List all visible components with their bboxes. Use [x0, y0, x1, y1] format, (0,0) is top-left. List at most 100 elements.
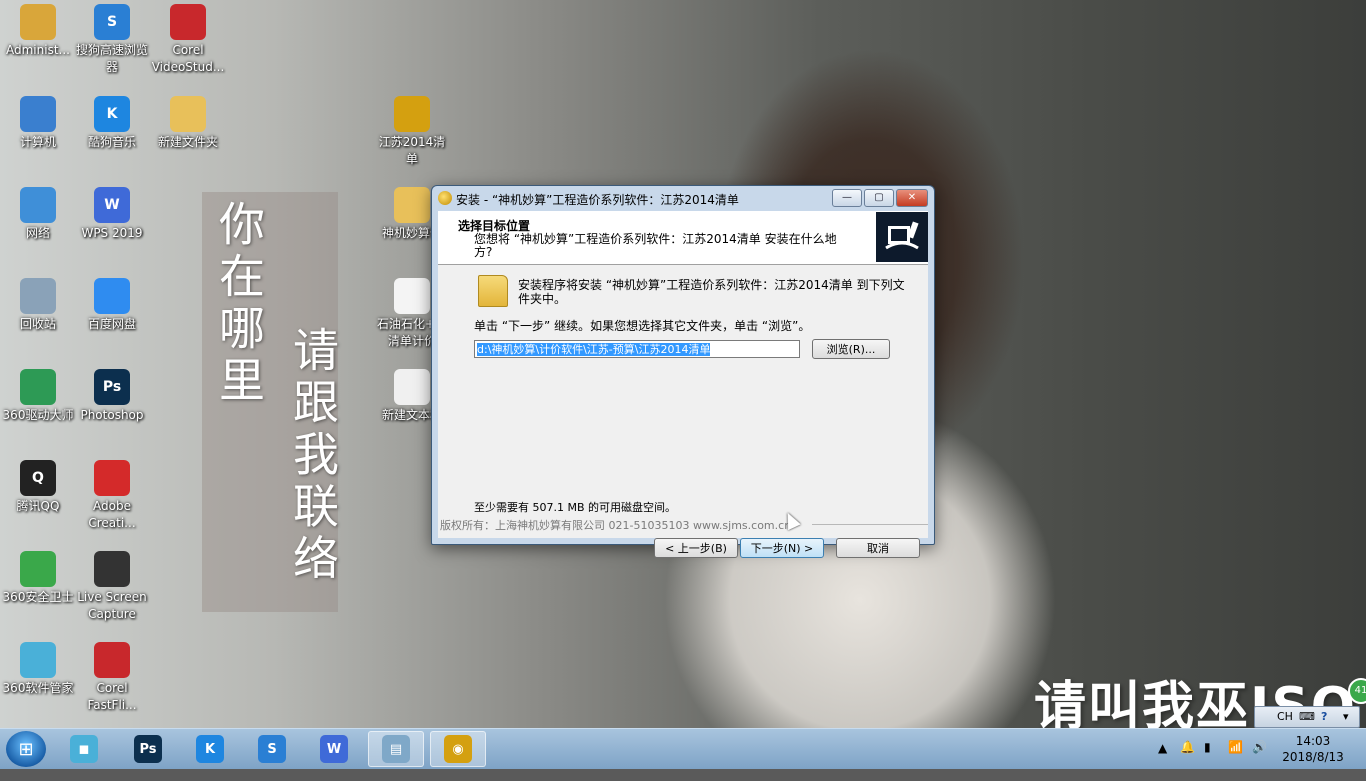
desktop-icon-label: Adobe Creati...: [88, 499, 136, 530]
desktop-icon[interactable]: Adobe Creati...: [74, 460, 150, 532]
minimize-button[interactable]: —: [832, 189, 862, 207]
desktop-icon[interactable]: Corel FastFli...: [74, 642, 150, 714]
desktop-icon-label: Live Screen Capture: [77, 590, 147, 621]
dialog-title: 安装 - “神机妙算”工程造价系列软件：江苏2014清单: [456, 193, 739, 207]
folder-icon: [478, 275, 508, 307]
maximize-button[interactable]: ▢: [864, 189, 894, 207]
taskbar-app-button[interactable]: S: [244, 731, 300, 767]
desktop-icon-label: 新建文件夹: [157, 135, 218, 149]
baidu-netdisk-icon: [94, 278, 130, 314]
desktop-icon-label: 网络: [25, 226, 50, 240]
kugou-icon: K: [196, 735, 224, 763]
taskbar-app-button[interactable]: ◼: [56, 731, 112, 767]
back-button[interactable]: < 上一步(B): [654, 538, 738, 558]
desktop-icon-label: 回收站: [19, 317, 56, 331]
desktop-icon-label: 百度网盘: [87, 317, 136, 331]
notebook-icon: ▤: [382, 735, 410, 763]
network-signal-icon[interactable]: 📶: [1228, 740, 1243, 780]
desktop-icon[interactable]: 网络: [0, 187, 76, 242]
desktop-icon-label: 搜狗高速浏览器: [75, 43, 148, 74]
folder-icon: [170, 96, 206, 132]
taskbar-app-button[interactable]: W: [306, 731, 362, 767]
sogou-browser-icon: S: [94, 4, 130, 40]
install-instruction: 单击 “下一步” 继续。如果您想选择其它文件夹，单击 “浏览”。: [474, 319, 811, 333]
clock-date: 2018/8/13: [1282, 750, 1344, 764]
desktop-icon[interactable]: K 酷狗音乐: [74, 96, 150, 151]
installer-logo-icon: [876, 212, 928, 262]
language-indicator[interactable]: CH: [1277, 707, 1293, 727]
installer-app-icon: [438, 191, 452, 205]
folder-doc-icon: [394, 187, 430, 223]
corel-video-icon: [170, 4, 206, 40]
screen-capture-icon: [94, 551, 130, 587]
360-software-icon: ◼: [70, 735, 98, 763]
text-file-icon: [394, 369, 430, 405]
language-bar[interactable]: CH ⌨ ? ▾: [1254, 706, 1360, 728]
copyright-text: 版权所有：上海神机妙算有限公司 021-51035103 www.sjms.co…: [440, 519, 792, 532]
browse-button[interactable]: 浏览(R)...: [812, 339, 890, 359]
desktop-icon[interactable]: 360驱动大师: [0, 369, 76, 424]
desktop-icon[interactable]: Ps Photoshop: [74, 369, 150, 424]
desktop-icon[interactable]: 江苏2014清单: [374, 96, 450, 168]
next-button[interactable]: 下一步(N) >: [740, 538, 824, 558]
sogou-browser-icon: S: [258, 735, 286, 763]
user-folder-icon: [20, 4, 56, 40]
desktop-icon[interactable]: 百度网盘: [74, 278, 150, 333]
desktop-icon[interactable]: 360安全卫士: [0, 551, 76, 606]
desktop-icon[interactable]: 计算机: [0, 96, 76, 151]
desktop-icon[interactable]: Live Screen Capture: [74, 551, 150, 623]
desktop-icon[interactable]: 新建文件夹: [150, 96, 226, 151]
corel-fastflick-icon: [94, 642, 130, 678]
keyboard-icon[interactable]: ⌨: [1299, 707, 1315, 727]
system-clock[interactable]: 14:03 2018/8/13: [1280, 733, 1346, 765]
close-button[interactable]: ✕: [896, 189, 928, 207]
cancel-button[interactable]: 取消: [836, 538, 920, 558]
desktop-icon-label: 360安全卫士: [2, 590, 74, 604]
dialog-titlebar[interactable]: 安装 - “神机妙算”工程造价系列软件：江苏2014清单 — ▢ ✕: [432, 186, 932, 210]
taskbar-app-button[interactable]: ◉: [430, 731, 486, 767]
doc-thumb-icon: [394, 278, 430, 314]
desktop-icon-label: WPS 2019: [81, 226, 143, 240]
install-path-input[interactable]: d:\神机妙算\计价软件\江苏-预算\江苏2014清单: [474, 340, 800, 358]
desktop-icon[interactable]: 回收站: [0, 278, 76, 333]
desktop-icon[interactable]: 360软件管家: [0, 642, 76, 697]
taskbar-app-button[interactable]: K: [182, 731, 238, 767]
help-icon[interactable]: ?: [1321, 707, 1327, 727]
desktop-icon[interactable]: Q 腾讯QQ: [0, 460, 76, 515]
power-icon[interactable]: ▮: [1204, 740, 1211, 780]
adobe-cc-icon: [94, 460, 130, 496]
show-hidden-icons-icon[interactable]: ▲: [1158, 741, 1167, 781]
lang-bar-options-icon[interactable]: ▾: [1343, 707, 1349, 727]
desktop-icon-label: Administ...: [6, 43, 70, 57]
photoshop-icon: Ps: [134, 735, 162, 763]
qq-icon: Q: [20, 460, 56, 496]
desktop-icon-label: 酷狗音乐: [87, 135, 136, 149]
install-path-value: d:\神机妙算\计价软件\江苏-预算\江苏2014清单: [477, 343, 711, 356]
recycle-bin-icon: [20, 278, 56, 314]
start-button[interactable]: ⊞: [6, 731, 46, 767]
kugou-icon: K: [94, 96, 130, 132]
wallpaper-poem-line-2: 请跟我联络: [286, 326, 340, 586]
notification-bell-icon[interactable]: 🔔: [1180, 740, 1195, 780]
wallpaper-poem-line-1: 你在哪里: [212, 200, 266, 408]
360-safe-icon: [20, 551, 56, 587]
clock-time: 14:03: [1295, 734, 1331, 748]
footer-divider: [812, 524, 928, 525]
360-software-icon: [20, 642, 56, 678]
volume-icon[interactable]: 🔊: [1252, 740, 1267, 780]
desktop-icon[interactable]: Administ...: [0, 4, 76, 59]
dialog-client-area: 选择目标位置 您想将 “神机妙算”工程造价系列软件：江苏2014清单 安装在什么…: [438, 211, 928, 558]
coin-app-icon: [394, 96, 430, 132]
driver-master-icon: [20, 369, 56, 405]
taskbar-app-button[interactable]: Ps: [120, 731, 176, 767]
desktop-icon-label: Corel FastFli...: [87, 681, 137, 712]
desktop-icon[interactable]: Corel VideoStud...: [150, 4, 226, 76]
taskbar-app-button[interactable]: ▤: [368, 731, 424, 767]
photoshop-icon: Ps: [94, 369, 130, 405]
wizard-step-subtitle: 您想将 “神机妙算”工程造价系列软件：江苏2014清单 安装在什么地方?: [474, 232, 837, 259]
desktop-icon-label: Corel VideoStud...: [151, 43, 225, 74]
desktop-icon[interactable]: W WPS 2019: [74, 187, 150, 242]
computer-icon: [20, 96, 56, 132]
install-intro-text: 安装程序将安装 “神机妙算”工程造价系列软件：江苏2014清单 到下列文件夹中。: [518, 278, 905, 306]
desktop-icon[interactable]: S 搜狗高速浏览器: [74, 4, 150, 76]
